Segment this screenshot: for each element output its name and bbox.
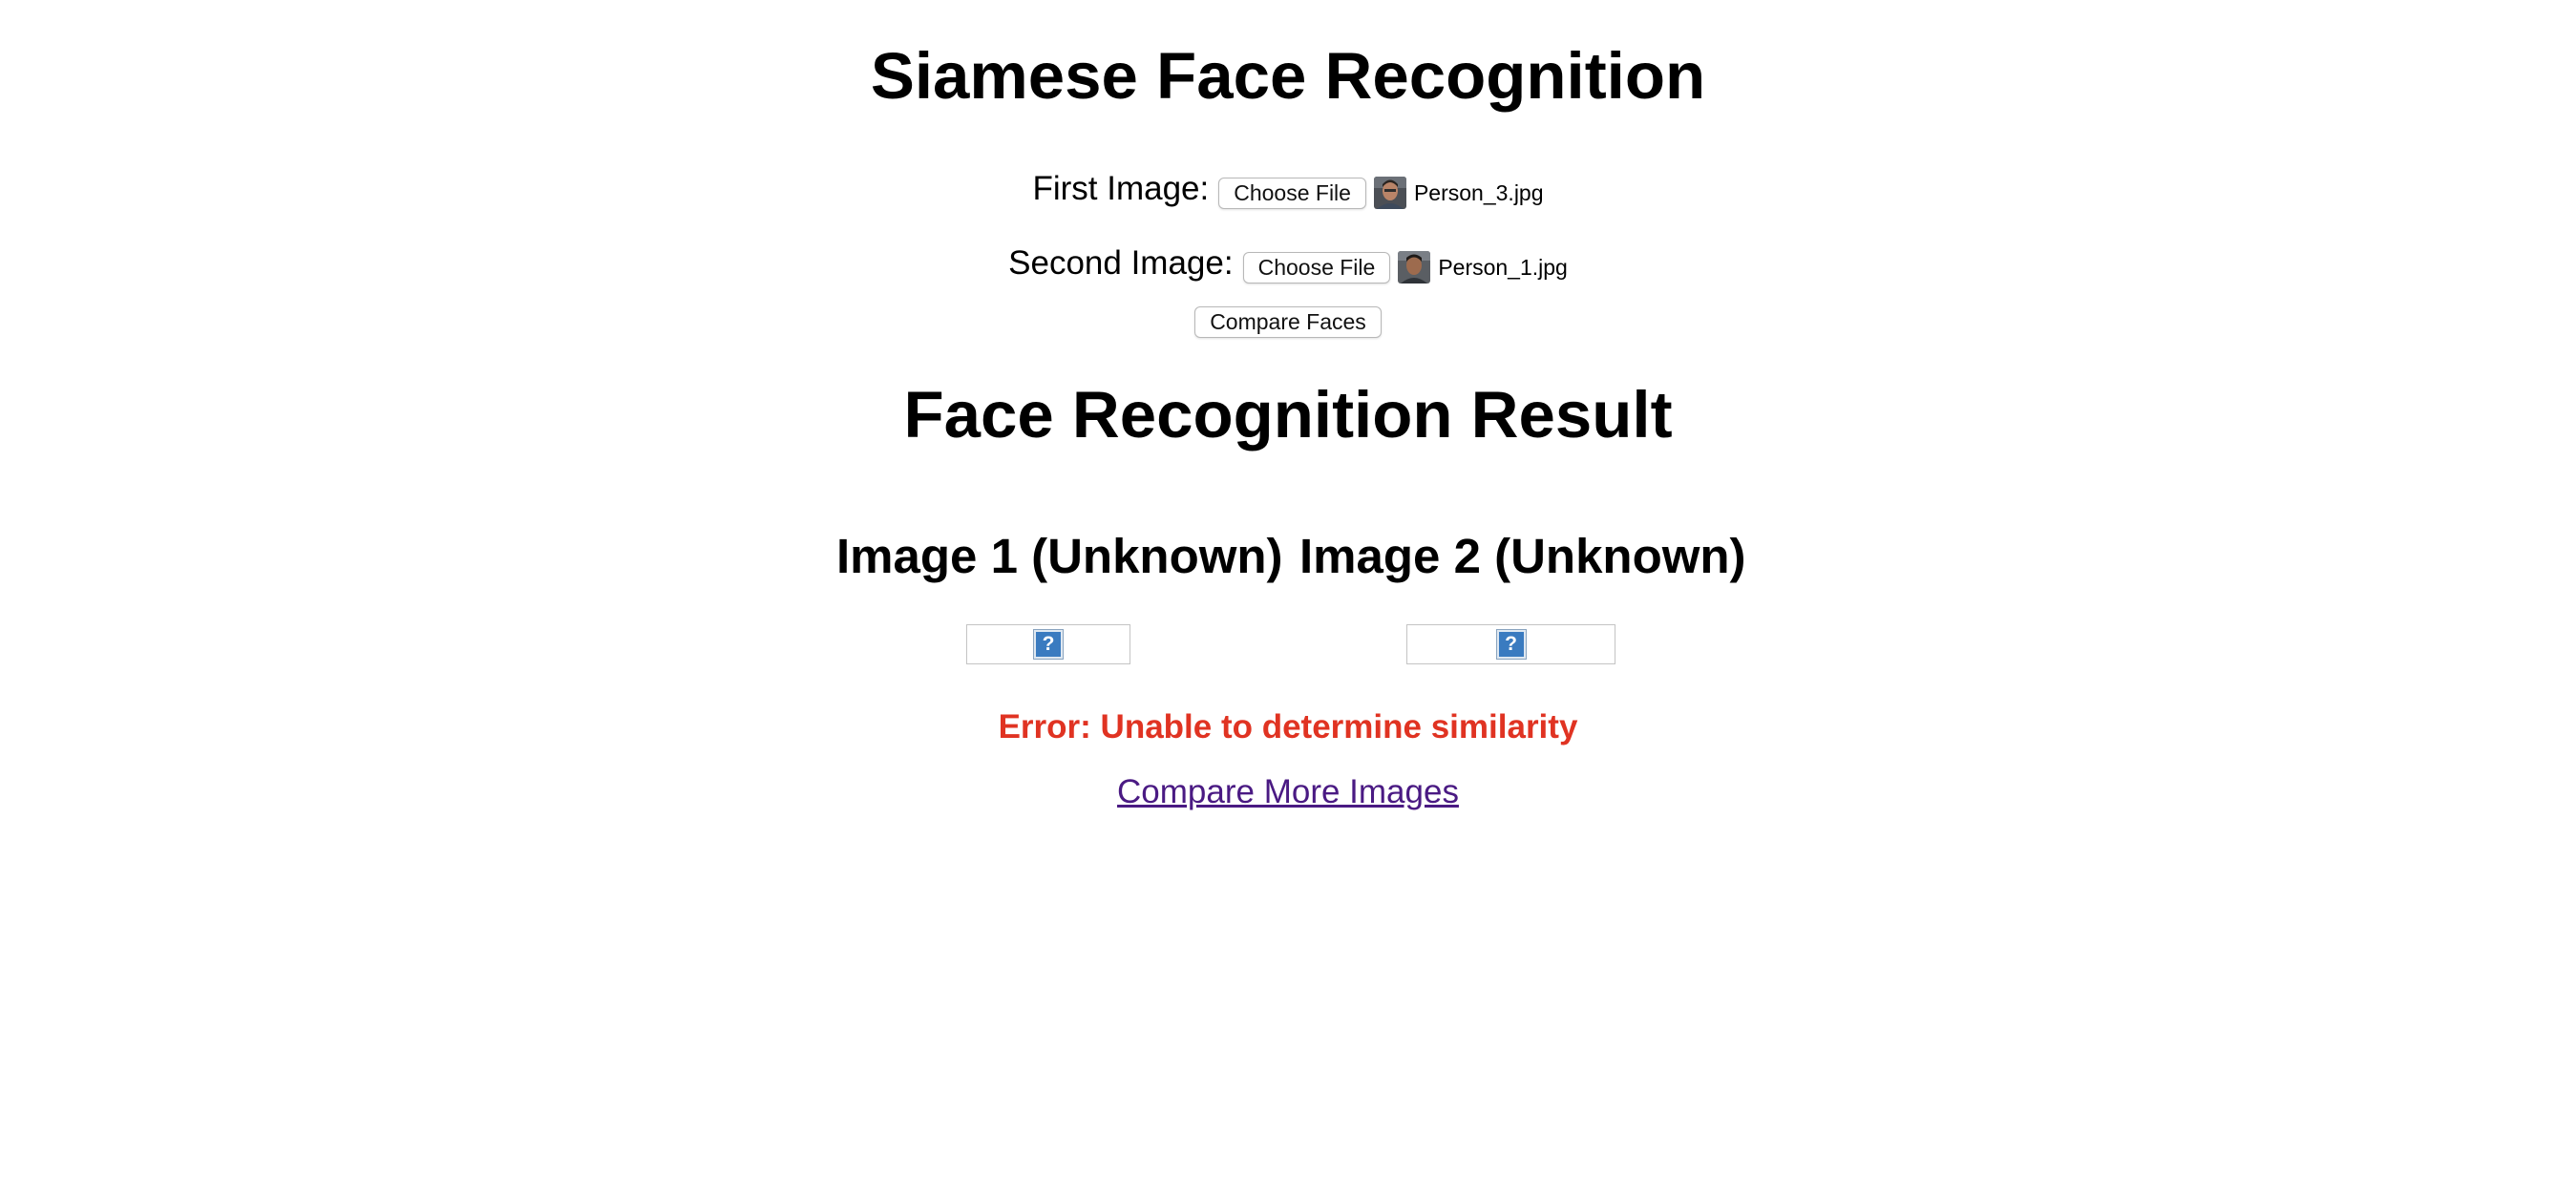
result-title: Face Recognition Result xyxy=(903,378,1673,452)
second-image-thumbnail xyxy=(1398,251,1431,284)
image2-broken-image: ? xyxy=(1406,624,1615,664)
first-image-row: First Image: Choose File Person_3.jpg xyxy=(0,170,2576,216)
second-image-choose-file-button[interactable]: Choose File xyxy=(1242,251,1391,284)
image1-heading: Image 1 (Unknown) xyxy=(836,529,1283,583)
compare-more-images-link[interactable]: Compare More Images xyxy=(1117,773,1459,810)
broken-image-icon: ? xyxy=(1495,629,1527,660)
compare-faces-button[interactable]: Compare Faces xyxy=(1194,306,1382,338)
compare-more-row: Compare More Images xyxy=(0,771,2576,813)
first-image-label: First Image: xyxy=(1032,170,1210,207)
compare-row: Compare Faces xyxy=(0,306,2576,338)
first-image-file-name: Person_3.jpg xyxy=(1413,179,1544,205)
second-image-row: Second Image: Choose File Person_1.jpg xyxy=(0,244,2576,290)
image1-broken-image: ? xyxy=(966,624,1130,664)
broken-image-icon: ? xyxy=(1033,629,1064,660)
first-image-choose-file-button[interactable]: Choose File xyxy=(1218,177,1366,209)
page: Siamese Face Recognition First Image: Ch… xyxy=(0,0,2576,1197)
image2-heading: Image 2 (Unknown) xyxy=(1299,529,1746,583)
second-image-file-name: Person_1.jpg xyxy=(1438,254,1568,280)
page-title: Siamese Face Recognition xyxy=(870,39,1706,113)
second-image-label: Second Image: xyxy=(1008,244,1234,282)
first-image-thumbnail xyxy=(1373,177,1406,209)
error-message: Error: Unable to determine similarity xyxy=(998,708,1578,746)
